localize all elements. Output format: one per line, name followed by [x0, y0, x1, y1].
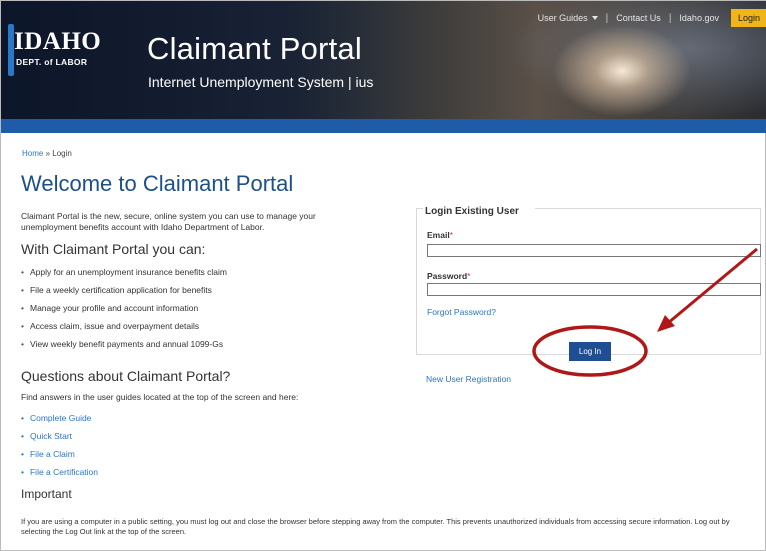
intro-text: Claimant Portal is the new, secure, onli…	[21, 211, 316, 232]
nav-bar	[1, 119, 766, 133]
list-item: Apply for an unemployment insurance bene…	[21, 266, 227, 284]
contact-us-link[interactable]: Contact Us	[608, 9, 669, 27]
list-item: View weekly benefit payments and annual …	[21, 338, 227, 356]
breadcrumb: Home » Login	[22, 149, 72, 158]
top-navigation: User Guides | Contact Us | Idaho.gov Log…	[530, 9, 766, 27]
top-login-link[interactable]: Login	[730, 9, 766, 27]
file-a-certification-link[interactable]: File a Certification	[30, 467, 98, 477]
complete-guide-link[interactable]: Complete Guide	[30, 413, 91, 423]
list-item: Manage your profile and account informat…	[21, 302, 227, 320]
breadcrumb-home-link[interactable]: Home	[22, 149, 43, 158]
new-user-registration-link[interactable]: New User Registration	[426, 374, 511, 384]
email-label-text: Email	[427, 230, 450, 240]
list-item: Access claim, issue and overpayment deta…	[21, 320, 227, 338]
page-title: Welcome to Claimant Portal	[21, 171, 294, 196]
chevron-down-icon	[591, 16, 598, 20]
features-heading: With Claimant Portal you can:	[21, 241, 206, 257]
important-text: If you are using a computer in a public …	[21, 517, 730, 536]
login-form: Login Existing User Email* Password* For…	[416, 206, 761, 355]
file-a-claim-link[interactable]: File a Claim	[30, 449, 75, 459]
features-list: Apply for an unemployment insurance bene…	[21, 266, 227, 356]
header-banner: IDAHO DEPT. of LABOR Claimant Portal Int…	[1, 1, 766, 119]
forgot-password-link[interactable]: Forgot Password?	[427, 307, 496, 317]
user-guides-label: User Guides	[537, 13, 588, 23]
breadcrumb-separator: »	[43, 149, 53, 158]
password-label: Password*	[427, 271, 470, 281]
required-marker: *	[467, 271, 471, 281]
site-title: Claimant Portal	[147, 31, 362, 66]
required-marker: *	[449, 230, 453, 240]
idaho-gov-link[interactable]: Idaho.gov	[671, 9, 727, 27]
important-heading: Important	[21, 487, 72, 501]
questions-heading: Questions about Claimant Portal?	[21, 368, 231, 384]
logo-dept-text: DEPT. of LABOR	[16, 57, 88, 67]
password-label-text: Password	[427, 271, 468, 281]
email-field[interactable]	[427, 244, 761, 257]
password-field[interactable]	[427, 283, 761, 296]
logo-idaho-text: IDAHO	[14, 28, 102, 55]
site-subtitle: Internet Unemployment System | ius	[148, 74, 374, 90]
user-guides-menu[interactable]: User Guides	[530, 9, 606, 27]
guide-links-list: Complete Guide Quick Start File a Claim …	[21, 412, 98, 484]
list-item: Quick Start	[21, 430, 98, 448]
list-item: File a weekly certification application …	[21, 284, 227, 302]
breadcrumb-current: Login	[52, 149, 72, 158]
list-item: Complete Guide	[21, 412, 98, 430]
banner-welding-spark	[547, 21, 697, 119]
fieldset-border	[535, 208, 760, 209]
login-form-legend: Login Existing User	[425, 206, 519, 217]
quick-start-link[interactable]: Quick Start	[30, 431, 72, 441]
list-item: File a Certification	[21, 466, 98, 484]
log-in-button[interactable]: Log In	[569, 342, 611, 361]
idaho-dol-logo[interactable]: IDAHO DEPT. of LABOR	[8, 24, 104, 84]
fieldset-border	[417, 208, 423, 209]
list-item: File a Claim	[21, 448, 98, 466]
questions-intro: Find answers in the user guides located …	[21, 392, 299, 402]
email-label: Email*	[427, 230, 453, 240]
